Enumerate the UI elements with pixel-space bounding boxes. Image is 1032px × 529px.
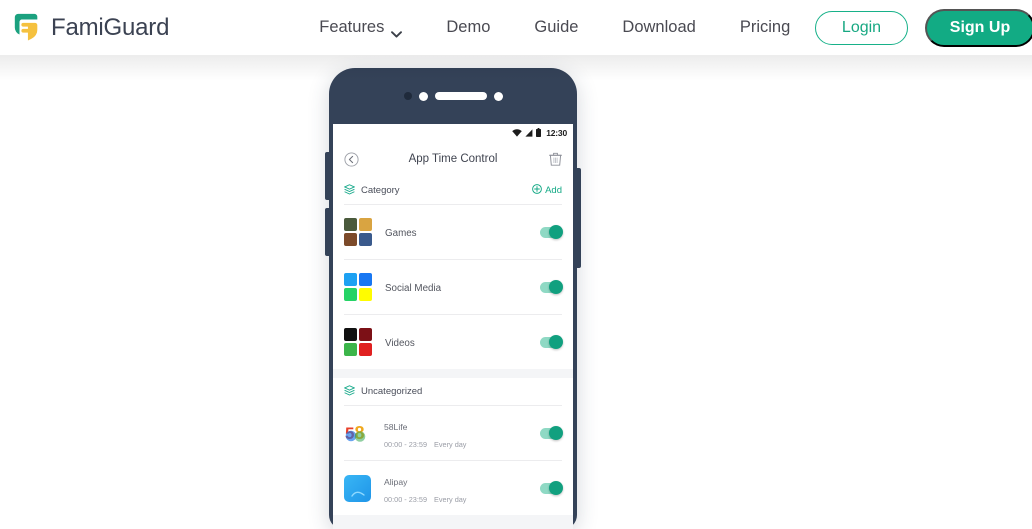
battery-icon — [536, 124, 542, 142]
toggle-knob — [549, 426, 563, 440]
add-label: Add — [545, 185, 562, 196]
wifi-icon — [512, 124, 523, 142]
add-category-button[interactable]: Add — [532, 184, 562, 197]
nav-item-label: Download — [622, 18, 696, 36]
main-nav: Features Demo Guide Download Pricing — [319, 18, 790, 38]
front-camera-icon — [403, 92, 412, 100]
chevron-down-icon — [391, 24, 403, 38]
plus-circle-icon — [532, 184, 542, 197]
category-name: Social Media — [385, 283, 442, 294]
section-label: Uncategorized — [361, 386, 423, 397]
row-texts: Videos — [385, 333, 540, 351]
app-bar: App Time Control — [333, 141, 573, 177]
toggle-videos[interactable] — [540, 335, 563, 349]
brand-name: FamiGuard — [51, 13, 170, 41]
nav-item-label: Demo — [446, 18, 491, 36]
nav-item-pricing[interactable]: Pricing — [740, 18, 790, 37]
signal-bars-icon — [525, 124, 533, 142]
earpiece-speaker — [434, 92, 487, 100]
status-bar-time: 12:30 — [546, 127, 567, 138]
trash-icon[interactable] — [546, 150, 564, 168]
row-texts: 58Life 00:00 - 23:59 Every day — [384, 417, 540, 449]
videos-app-icons-icon — [344, 328, 372, 356]
app-schedule: 00:00 - 23:59 Every day — [384, 440, 540, 449]
sensor-icon — [418, 91, 428, 101]
row-texts: Games — [385, 223, 540, 241]
nav-item-features[interactable]: Features — [319, 18, 403, 38]
brand-logo-link[interactable]: FamiGuard — [12, 12, 169, 43]
category-row-videos[interactable]: Videos — [333, 315, 573, 369]
app-content: Category Add Games Social Media Videos U… — [333, 177, 573, 529]
app-time-range: 00:00 - 23:59 — [384, 495, 428, 504]
toggle-knob — [549, 335, 563, 349]
page-body: 12:30 App Time Control Category Add Game… — [0, 55, 1032, 529]
app-schedule: 00:00 - 23:59 Every day — [384, 495, 540, 504]
uncategorized-card: Uncategorized 5 8Life 00:00 - 23:59 Ever… — [333, 378, 573, 515]
category-name: Games — [385, 228, 417, 239]
58life-app-icon: 5 8 — [344, 420, 371, 447]
nav-item-download[interactable]: Download — [622, 18, 695, 37]
toggle-knob — [549, 225, 563, 239]
games-app-icons-icon — [344, 218, 372, 246]
section-gap — [333, 369, 573, 378]
social-media-app-icons-icon — [344, 273, 372, 301]
phone-screen: 12:30 App Time Control Category Add Game… — [333, 124, 573, 529]
toggle-games[interactable] — [540, 225, 563, 239]
toggle-58life[interactable] — [540, 426, 563, 440]
login-button[interactable]: Login — [815, 10, 908, 45]
app-repeat: Every day — [434, 440, 467, 449]
back-arrow-circle-icon[interactable] — [342, 150, 360, 168]
nav-item-label: Pricing — [739, 18, 791, 36]
section-header-category: Category Add — [333, 177, 573, 204]
toggle-alipay[interactable] — [540, 481, 563, 495]
proximity-sensor-icon — [493, 91, 503, 101]
row-texts: Social Media — [385, 278, 540, 296]
phone-volume-down-button[interactable] — [325, 208, 330, 256]
toggle-knob — [549, 481, 563, 495]
row-texts: Alipay 00:00 - 23:59 Every day — [384, 472, 540, 504]
nav-item-label: Guide — [534, 18, 579, 36]
toggle-knob — [549, 280, 563, 294]
alipay-app-icon — [344, 474, 371, 502]
app-row-58life[interactable]: 5 8 58Life 00:00 - 23:59 Every day — [333, 406, 573, 460]
app-name: Alipay — [384, 477, 408, 487]
layers-icon — [343, 182, 356, 200]
toggle-social-media[interactable] — [540, 280, 563, 294]
famiguard-shield-logo-icon — [12, 12, 42, 43]
section-header-uncategorized: Uncategorized — [333, 378, 573, 405]
phone-top-bezel — [329, 68, 577, 124]
nav-item-label: Features — [319, 18, 385, 36]
app-bar-title: App Time Control — [408, 153, 498, 165]
layers-icon — [343, 383, 356, 401]
section-label: Category — [361, 185, 400, 196]
nav-item-guide[interactable]: Guide — [534, 18, 578, 37]
app-row-alipay[interactable]: Alipay 00:00 - 23:59 Every day — [333, 461, 573, 515]
category-name: Videos — [385, 338, 415, 349]
auth-buttons: Login Sign Up — [815, 8, 1032, 47]
phone-power-button[interactable] — [576, 168, 581, 268]
category-row-social-media[interactable]: Social Media — [333, 260, 573, 314]
signup-button[interactable]: Sign Up — [925, 8, 1032, 47]
site-header: FamiGuard Features Demo Guide Download P… — [0, 0, 1032, 55]
status-bar: 12:30 — [333, 124, 573, 141]
phone-volume-up-button[interactable] — [325, 152, 330, 200]
app-time-range: 00:00 - 23:59 — [384, 440, 428, 449]
phone-mockup: 12:30 App Time Control Category Add Game… — [320, 68, 586, 529]
nav-item-demo[interactable]: Demo — [446, 18, 490, 37]
category-card: Category Add Games Social Media Videos — [333, 177, 573, 369]
app-repeat: Every day — [434, 495, 467, 504]
app-name: 58Life — [384, 422, 408, 432]
category-row-games[interactable]: Games — [333, 205, 573, 259]
